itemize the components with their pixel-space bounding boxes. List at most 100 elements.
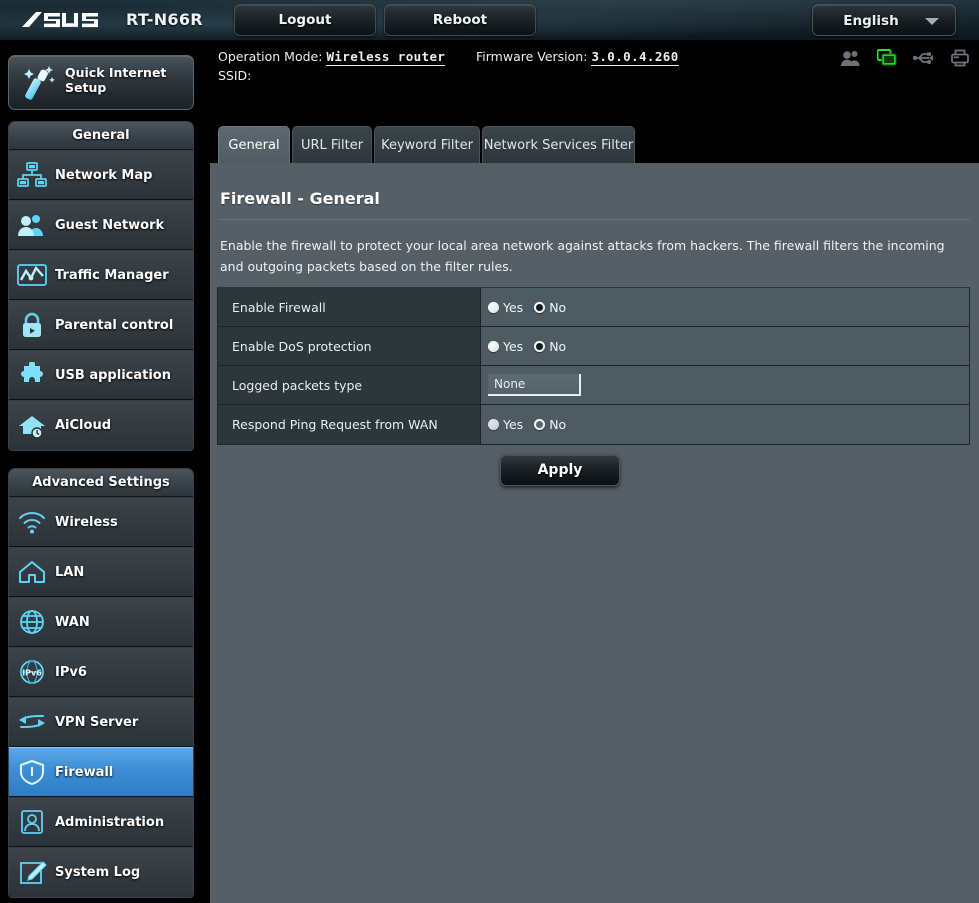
sidebar-item-firewall[interactable]: Firewall bbox=[9, 747, 193, 797]
sidebar-item-label: Parental control bbox=[55, 317, 174, 333]
sidebar-item-administration[interactable]: Administration bbox=[9, 797, 193, 847]
traffic-manager-icon bbox=[9, 262, 55, 288]
respond-ping-radio-group: Yes No bbox=[488, 417, 566, 432]
usb-icon[interactable] bbox=[912, 49, 935, 71]
sidebar-item-label: VPN Server bbox=[55, 714, 139, 730]
sidebar-item-system-log[interactable]: System Log bbox=[9, 847, 193, 897]
setting-label: Enable Firewall bbox=[218, 288, 481, 326]
sidebar-item-label: Traffic Manager bbox=[55, 267, 169, 283]
respond-ping-yes-option[interactable]: Yes bbox=[488, 417, 523, 432]
display-monitor-icon[interactable] bbox=[876, 49, 897, 71]
user-badge-icon bbox=[9, 809, 55, 835]
padlock-icon bbox=[9, 312, 55, 338]
radio-label: Yes bbox=[503, 338, 524, 354]
tab-url-filter[interactable]: URL Filter bbox=[292, 126, 372, 163]
status-icon-tray bbox=[841, 49, 969, 71]
apply-button-row: Apply bbox=[210, 454, 979, 486]
sidebar-item-label: Network Map bbox=[55, 167, 153, 183]
globe-icon bbox=[9, 609, 55, 635]
quick-internet-setup-label: Quick Internet Setup bbox=[65, 65, 167, 95]
enable-firewall-no-option[interactable]: No bbox=[534, 300, 566, 315]
apply-button[interactable]: Apply bbox=[500, 454, 620, 486]
puzzle-piece-icon bbox=[9, 362, 55, 388]
dos-protection-no-option[interactable]: No bbox=[534, 339, 566, 354]
sidebar-item-label: WAN bbox=[55, 614, 90, 630]
chevron-down-icon bbox=[925, 18, 939, 25]
dos-protection-yes-option[interactable]: Yes bbox=[488, 339, 523, 354]
sidebar-item-network-map[interactable]: Network Map bbox=[9, 150, 193, 200]
radio-icon[interactable] bbox=[534, 340, 546, 352]
table-row: Enable Firewall Yes No bbox=[218, 288, 969, 327]
operation-mode-value[interactable]: Wireless router bbox=[326, 49, 446, 66]
ipv6-globe-icon: IPv6 bbox=[9, 659, 55, 685]
sidebar-item-label: AiCloud bbox=[55, 418, 112, 433]
table-row: Respond Ping Request from WAN Yes No bbox=[218, 405, 969, 444]
tab-keyword-filter[interactable]: Keyword Filter bbox=[374, 126, 480, 163]
language-selector[interactable]: English bbox=[812, 4, 956, 36]
sidebar-item-lan[interactable]: LAN bbox=[9, 547, 193, 597]
radio-icon[interactable] bbox=[488, 419, 499, 430]
active-pointer-arrow bbox=[193, 759, 194, 787]
sidebar-item-ipv6[interactable]: IPv6 IPv6 bbox=[9, 647, 193, 697]
guest-network-icon bbox=[9, 212, 55, 238]
table-row: Logged packets type None bbox=[218, 366, 969, 405]
dos-protection-radio-group: Yes No bbox=[488, 339, 566, 354]
radio-icon[interactable] bbox=[534, 419, 546, 430]
setting-label: Logged packets type bbox=[218, 366, 481, 404]
radio-icon[interactable] bbox=[488, 340, 499, 352]
firmware-version-block: Firmware Version: 3.0.0.4.260 bbox=[476, 49, 679, 66]
top-header-bar: RT-N66R Logout Reboot English bbox=[0, 0, 979, 41]
wifi-icon bbox=[9, 509, 55, 535]
network-map-icon bbox=[9, 162, 55, 188]
router-model-name: RT-N66R bbox=[126, 10, 203, 29]
sidebar-item-vpn-server[interactable]: VPN Server bbox=[9, 697, 193, 747]
sidebar-item-label: LAN bbox=[55, 564, 85, 580]
status-row-primary: Operation Mode: Wireless router bbox=[218, 49, 446, 66]
logged-packets-type-select[interactable]: None bbox=[488, 374, 581, 396]
sidebar-item-wireless[interactable]: Wireless bbox=[9, 497, 193, 547]
home-icon bbox=[9, 559, 55, 585]
sidebar-item-aicloud[interactable]: AiCloud bbox=[9, 400, 193, 450]
router-admin-page: RT-N66R Logout Reboot English Quick Inte… bbox=[0, 0, 979, 903]
magic-wand-icon bbox=[21, 64, 59, 102]
enable-firewall-radio-group: Yes No bbox=[488, 300, 566, 315]
radio-icon[interactable] bbox=[488, 301, 499, 313]
radio-icon[interactable] bbox=[534, 301, 546, 313]
setting-value: None bbox=[481, 366, 969, 404]
reboot-button[interactable]: Reboot bbox=[384, 4, 536, 36]
firmware-version-value[interactable]: 3.0.0.4.260 bbox=[591, 49, 679, 66]
sidebar-item-wan[interactable]: WAN bbox=[9, 597, 193, 647]
shield-icon bbox=[9, 759, 55, 785]
tab-general[interactable]: General bbox=[218, 126, 290, 163]
setting-value: Yes No bbox=[481, 327, 969, 365]
sidebar-item-traffic-manager[interactable]: Traffic Manager bbox=[9, 250, 193, 300]
logout-button[interactable]: Logout bbox=[234, 4, 376, 36]
quick-internet-setup-button[interactable]: Quick Internet Setup bbox=[8, 55, 194, 110]
logged-packets-type-value: None bbox=[494, 377, 526, 391]
radio-label: No bbox=[549, 417, 567, 432]
tab-network-services-filter[interactable]: Network Services Filter bbox=[482, 126, 635, 163]
notepad-pencil-icon bbox=[9, 860, 55, 886]
sidebar: Quick Internet Setup General Network Map… bbox=[0, 41, 210, 903]
printer-icon[interactable] bbox=[951, 49, 969, 71]
setting-label: Respond Ping Request from WAN bbox=[218, 405, 481, 444]
sidebar-item-guest-network[interactable]: Guest Network bbox=[9, 200, 193, 250]
title-divider bbox=[218, 219, 970, 220]
nav-group-general: General Network Map Guest Network Traffi… bbox=[8, 121, 194, 451]
sidebar-item-label: System Log bbox=[55, 865, 141, 880]
sidebar-item-usb-application[interactable]: USB application bbox=[9, 350, 193, 400]
page-title: Firewall - General bbox=[220, 189, 380, 208]
enable-firewall-yes-option[interactable]: Yes bbox=[488, 300, 523, 315]
asus-logo bbox=[20, 9, 116, 31]
clients-icon[interactable] bbox=[841, 49, 861, 71]
sidebar-item-parental-control[interactable]: Parental control bbox=[9, 300, 193, 350]
main-area: Operation Mode: Wireless router Firmware… bbox=[210, 41, 979, 903]
sidebar-item-label: Wireless bbox=[55, 514, 118, 530]
page-description: Enable the firewall to protect your loca… bbox=[220, 238, 945, 274]
sidebar-item-label: Firewall bbox=[55, 764, 114, 780]
sidebar-item-label: Guest Network bbox=[55, 217, 165, 233]
table-row: Enable DoS protection Yes No bbox=[218, 327, 969, 366]
sidebar-item-label: Administration bbox=[55, 814, 165, 830]
respond-ping-no-option[interactable]: No bbox=[534, 417, 566, 432]
status-row-ssid: SSID: bbox=[218, 68, 251, 83]
